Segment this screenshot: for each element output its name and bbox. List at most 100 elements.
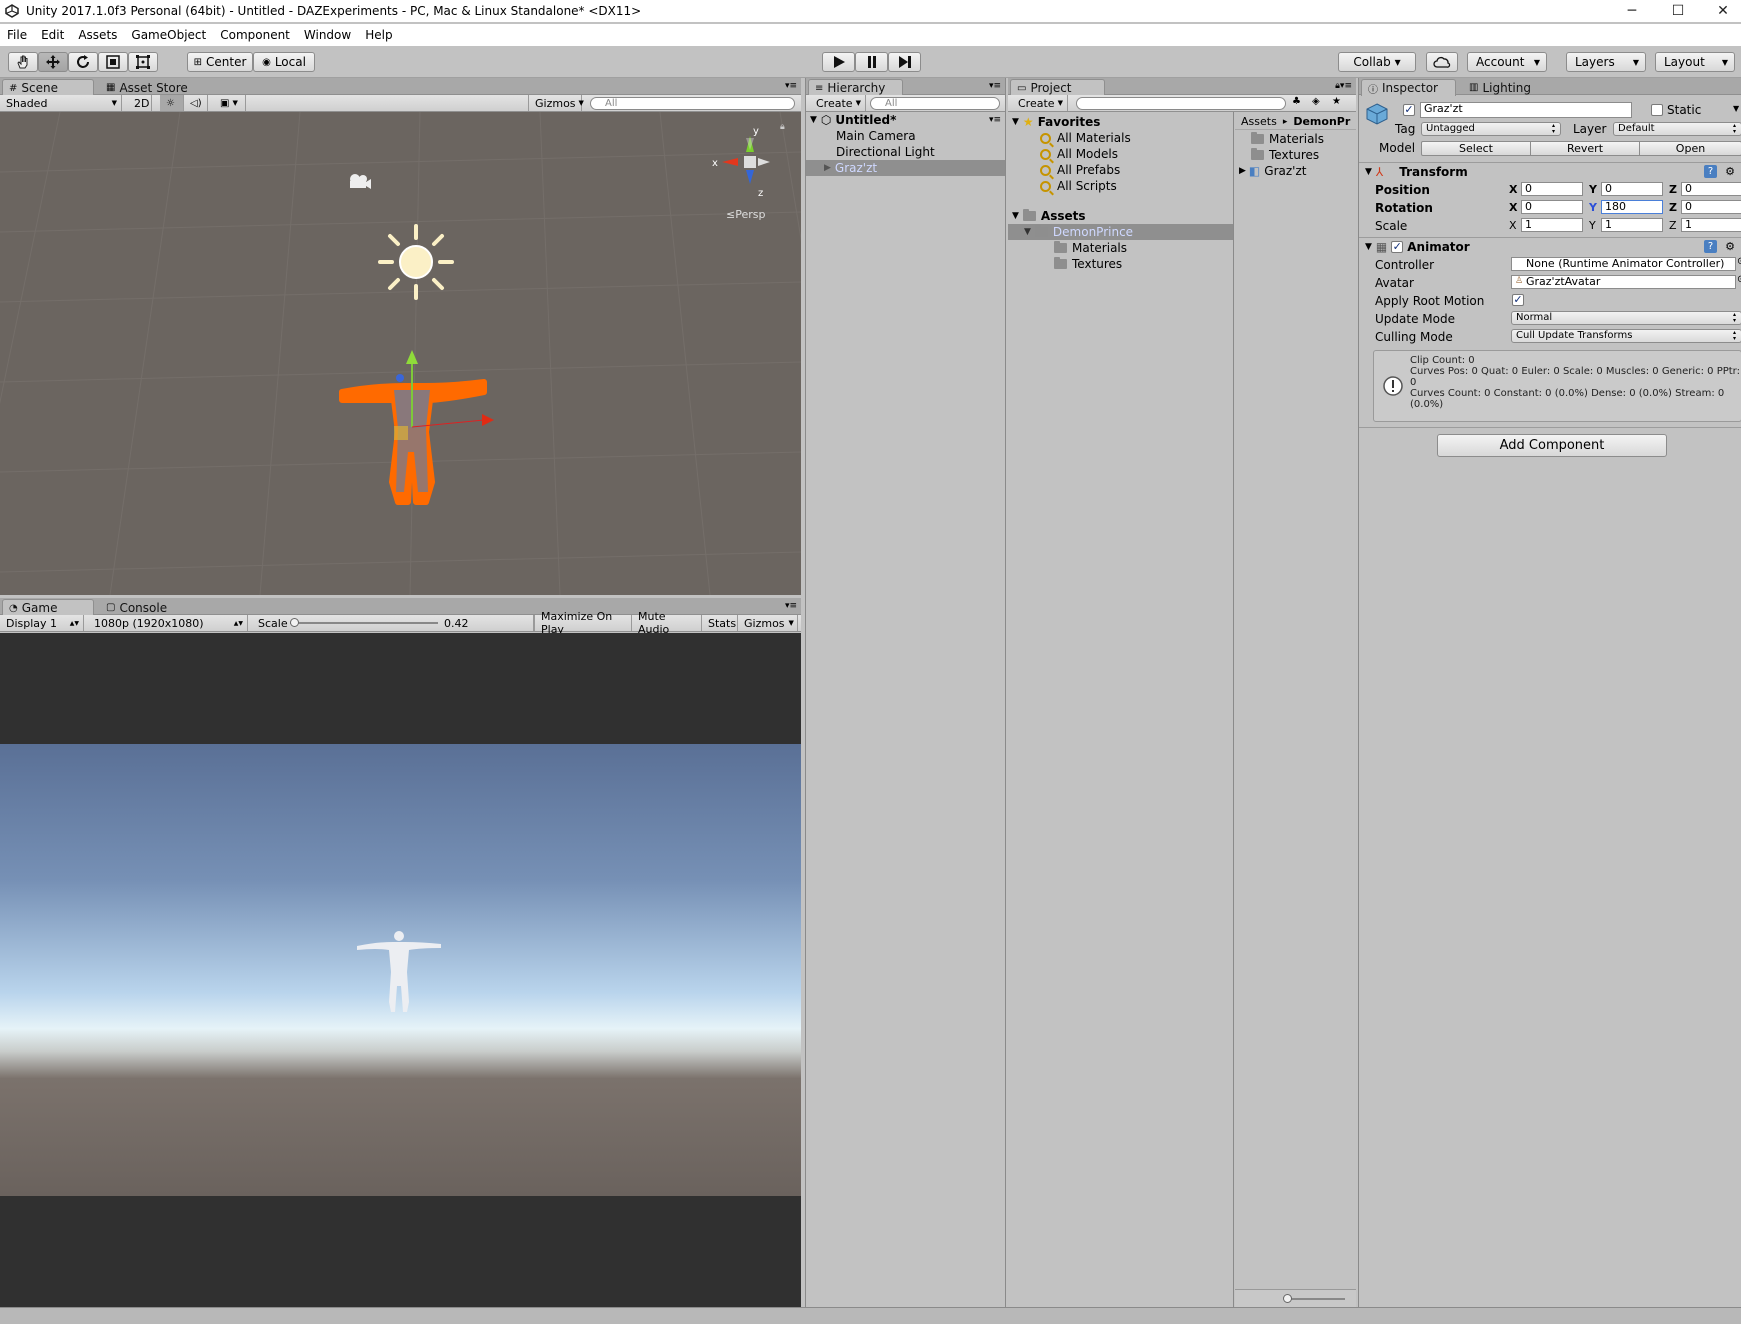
tree-folder-demonprince[interactable]: ▼ DemonPrince [1008,224,1233,240]
step-button[interactable] [888,52,921,72]
gameobject-active-checkbox[interactable]: ✓ [1403,104,1415,116]
content-item-materials[interactable]: Materials [1235,131,1356,147]
hierarchy-item-directional-light[interactable]: Directional Light [806,144,1005,160]
model-open-button[interactable]: Open [1639,141,1741,156]
menu-file[interactable]: File [0,28,34,42]
play-button[interactable] [822,52,855,72]
tab-asset-store[interactable]: ▦ Asset Store [100,79,196,96]
transform-header[interactable]: ▼ ⅄ Transform ? ⚙ [1359,162,1741,180]
panel-menu-icon[interactable]: ▾≡ [785,601,797,611]
object-picker-icon[interactable]: ⊙ [1737,256,1741,267]
tab-game[interactable]: ◔ Game [2,599,94,616]
model-revert-button[interactable]: Revert [1530,141,1640,156]
move-tool-button[interactable] [38,52,68,72]
scale-z-input[interactable]: 1 [1681,218,1741,232]
scale-tool-button[interactable] [98,52,128,72]
minimize-button[interactable]: ─ [1609,0,1655,22]
menu-component[interactable]: Component [213,28,297,42]
animator-header[interactable]: ▼ ▦ ✓ Animator ? ⚙ [1359,237,1741,255]
stats-toggle[interactable]: Stats [702,615,738,631]
model-select-button[interactable]: Select [1421,141,1531,156]
layers-dropdown[interactable]: Layers ▼ [1566,52,1646,72]
maximize-button[interactable]: ☐ [1655,0,1701,22]
panel-menu-icon[interactable]: ▾≡ [785,81,797,91]
rect-tool-button[interactable] [128,52,158,72]
projection-label[interactable]: ≤Persp [726,208,765,221]
game-view[interactable] [0,633,801,1307]
scale-slider-track[interactable] [290,618,438,627]
rotate-tool-button[interactable] [68,52,98,72]
help-icon[interactable]: ? [1704,165,1717,178]
scene-root-row[interactable]: ▼ ⬡ Untitled* ▾≡ [806,112,1005,128]
collab-button[interactable]: Collab ▾ [1338,52,1416,72]
content-item-grazzt[interactable]: ▶ ◧ Graz'zt [1235,163,1356,179]
favorites-header[interactable]: ▼ ★ Favorites [1008,114,1233,130]
pivot-center-button[interactable]: ⊞ Center [187,52,253,72]
hierarchy-create-dropdown[interactable]: Create ▼ [810,95,866,111]
mute-audio-toggle[interactable]: Mute Audio [632,610,702,636]
content-item-textures[interactable]: Textures [1235,147,1356,163]
rotation-y-input[interactable]: 180 [1601,200,1663,214]
position-x-input[interactable]: 0 [1521,182,1583,196]
favorite-all-materials[interactable]: All Materials [1008,130,1233,146]
scene-lighting-toggle[interactable]: ☼ [160,95,184,111]
resolution-dropdown[interactable]: 1080p (1920x1080) ▲▼ [88,615,248,631]
display-dropdown[interactable]: Display 1 ▲▼ [0,615,84,631]
scale-slider-thumb[interactable] [290,618,300,627]
add-component-button[interactable]: Add Component [1437,434,1667,457]
icon-size-slider[interactable] [1283,1294,1345,1303]
pause-button[interactable] [855,52,888,72]
position-y-input[interactable]: 0 [1601,182,1663,196]
favorite-all-scripts[interactable]: All Scripts [1008,178,1233,194]
controller-object-field[interactable]: None (Runtime Animator Controller) [1511,257,1736,271]
maximize-on-play-toggle[interactable]: Maximize On Play [534,610,632,636]
tree-folder-materials[interactable]: Materials [1008,240,1233,256]
breadcrumb-current[interactable]: DemonPr [1293,115,1350,128]
apply-root-motion-checkbox[interactable]: ✓ [1512,294,1524,306]
menu-assets[interactable]: Assets [71,28,124,42]
layout-dropdown[interactable]: Layout ▼ [1655,52,1735,72]
rotation-z-input[interactable]: 0 [1681,200,1741,214]
gear-icon[interactable]: ⚙ [1725,165,1735,178]
lock-icon[interactable]: 🔒︎ [780,122,785,132]
directional-light-gizmo-icon[interactable] [376,222,456,302]
tab-lighting[interactable]: ▥ Lighting [1463,79,1539,96]
scene-effects-dropdown[interactable]: ▣ ▼ [214,95,246,111]
menu-edit[interactable]: Edit [34,28,71,42]
culling-mode-dropdown[interactable]: Cull Update Transforms [1511,329,1741,343]
gameobject-name-input[interactable]: Graz'zt [1420,102,1632,118]
hierarchy-item-grazzt[interactable]: ▶ Graz'zt [806,160,1005,176]
selected-character-model[interactable] [334,342,494,512]
breadcrumb-assets[interactable]: Assets [1241,115,1277,128]
rotation-x-input[interactable]: 0 [1521,200,1583,214]
scene-orientation-gizmo[interactable]: y x z [710,124,790,204]
scene-menu-icon[interactable]: ▾≡ [989,115,1001,125]
help-icon[interactable]: ? [1704,240,1717,253]
position-z-input[interactable]: 0 [1681,182,1741,196]
project-create-dropdown[interactable]: Create ▼ [1012,95,1068,111]
tab-inspector[interactable]: ⓘ Inspector [1361,79,1456,96]
hierarchy-search-input[interactable]: All [870,97,1000,110]
favorite-all-models[interactable]: All Models [1008,146,1233,162]
favorite-all-prefabs[interactable]: All Prefabs [1008,162,1233,178]
tag-dropdown[interactable]: Untagged [1421,122,1561,136]
static-checkbox[interactable]: ✓ [1651,104,1663,116]
favorite-star-icon[interactable]: ★ [1332,96,1341,107]
avatar-object-field[interactable]: Graz'ztAvatar [1511,275,1736,289]
scene-search-input[interactable]: All [590,97,795,110]
cloud-button[interactable] [1426,52,1458,72]
tab-console[interactable]: ▢ Console [100,599,175,616]
animator-enabled-checkbox[interactable]: ✓ [1391,240,1404,253]
menu-help[interactable]: Help [358,28,399,42]
dropdown-arrow-icon[interactable]: ▼ [1733,104,1739,113]
toggle-2d-button[interactable]: 2D [128,95,152,111]
assets-header[interactable]: ▼ Assets [1008,208,1233,224]
gear-icon[interactable]: ⚙ [1725,240,1735,253]
scene-gizmos-dropdown[interactable]: Gizmos ▼ [528,95,584,111]
tab-scene[interactable]: # Scene [2,79,94,96]
panel-menu-icon[interactable]: 🔒︎▾≡ [1335,81,1352,91]
scale-x-input[interactable]: 1 [1521,218,1583,232]
tree-folder-textures[interactable]: Textures [1008,256,1233,272]
hand-tool-button[interactable] [8,52,38,72]
scene-viewport[interactable]: y x z ≤Persp 🔒︎ [0,112,801,595]
